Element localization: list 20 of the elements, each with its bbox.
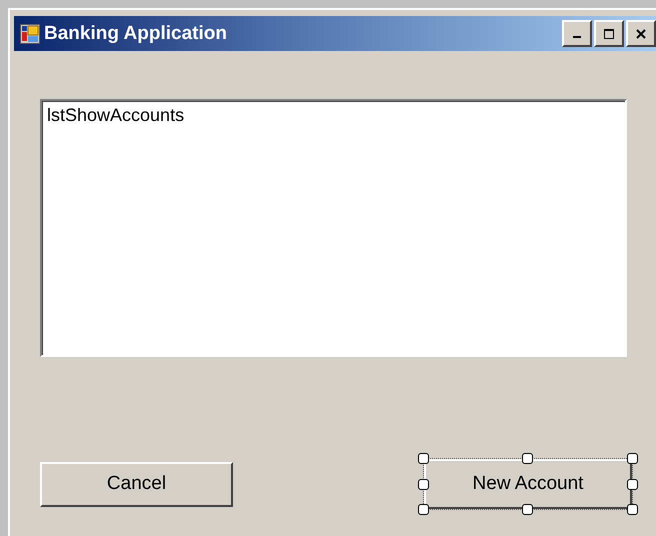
close-button[interactable] bbox=[626, 20, 656, 47]
list-item[interactable]: lstShowAccounts bbox=[47, 105, 620, 126]
maximize-icon bbox=[604, 28, 614, 38]
resize-handle[interactable] bbox=[627, 504, 638, 515]
list-box[interactable]: lstShowAccounts bbox=[40, 99, 627, 357]
resize-handle[interactable] bbox=[522, 453, 533, 464]
close-icon bbox=[636, 28, 646, 38]
resize-handle[interactable] bbox=[627, 453, 638, 464]
maximize-button[interactable] bbox=[594, 20, 624, 47]
window-title: Banking Application bbox=[44, 22, 228, 44]
minimize-icon bbox=[573, 36, 581, 38]
resize-handle[interactable] bbox=[627, 479, 638, 490]
resize-handle[interactable] bbox=[418, 479, 429, 490]
minimize-button[interactable] bbox=[562, 20, 592, 47]
app-icon bbox=[20, 24, 40, 44]
resize-handle[interactable] bbox=[522, 504, 533, 515]
form-button[interactable]: Cancel bbox=[40, 462, 233, 506]
resize-handle[interactable] bbox=[418, 453, 429, 464]
resize-handle[interactable] bbox=[418, 504, 429, 515]
form-button[interactable]: New Account bbox=[424, 459, 632, 509]
